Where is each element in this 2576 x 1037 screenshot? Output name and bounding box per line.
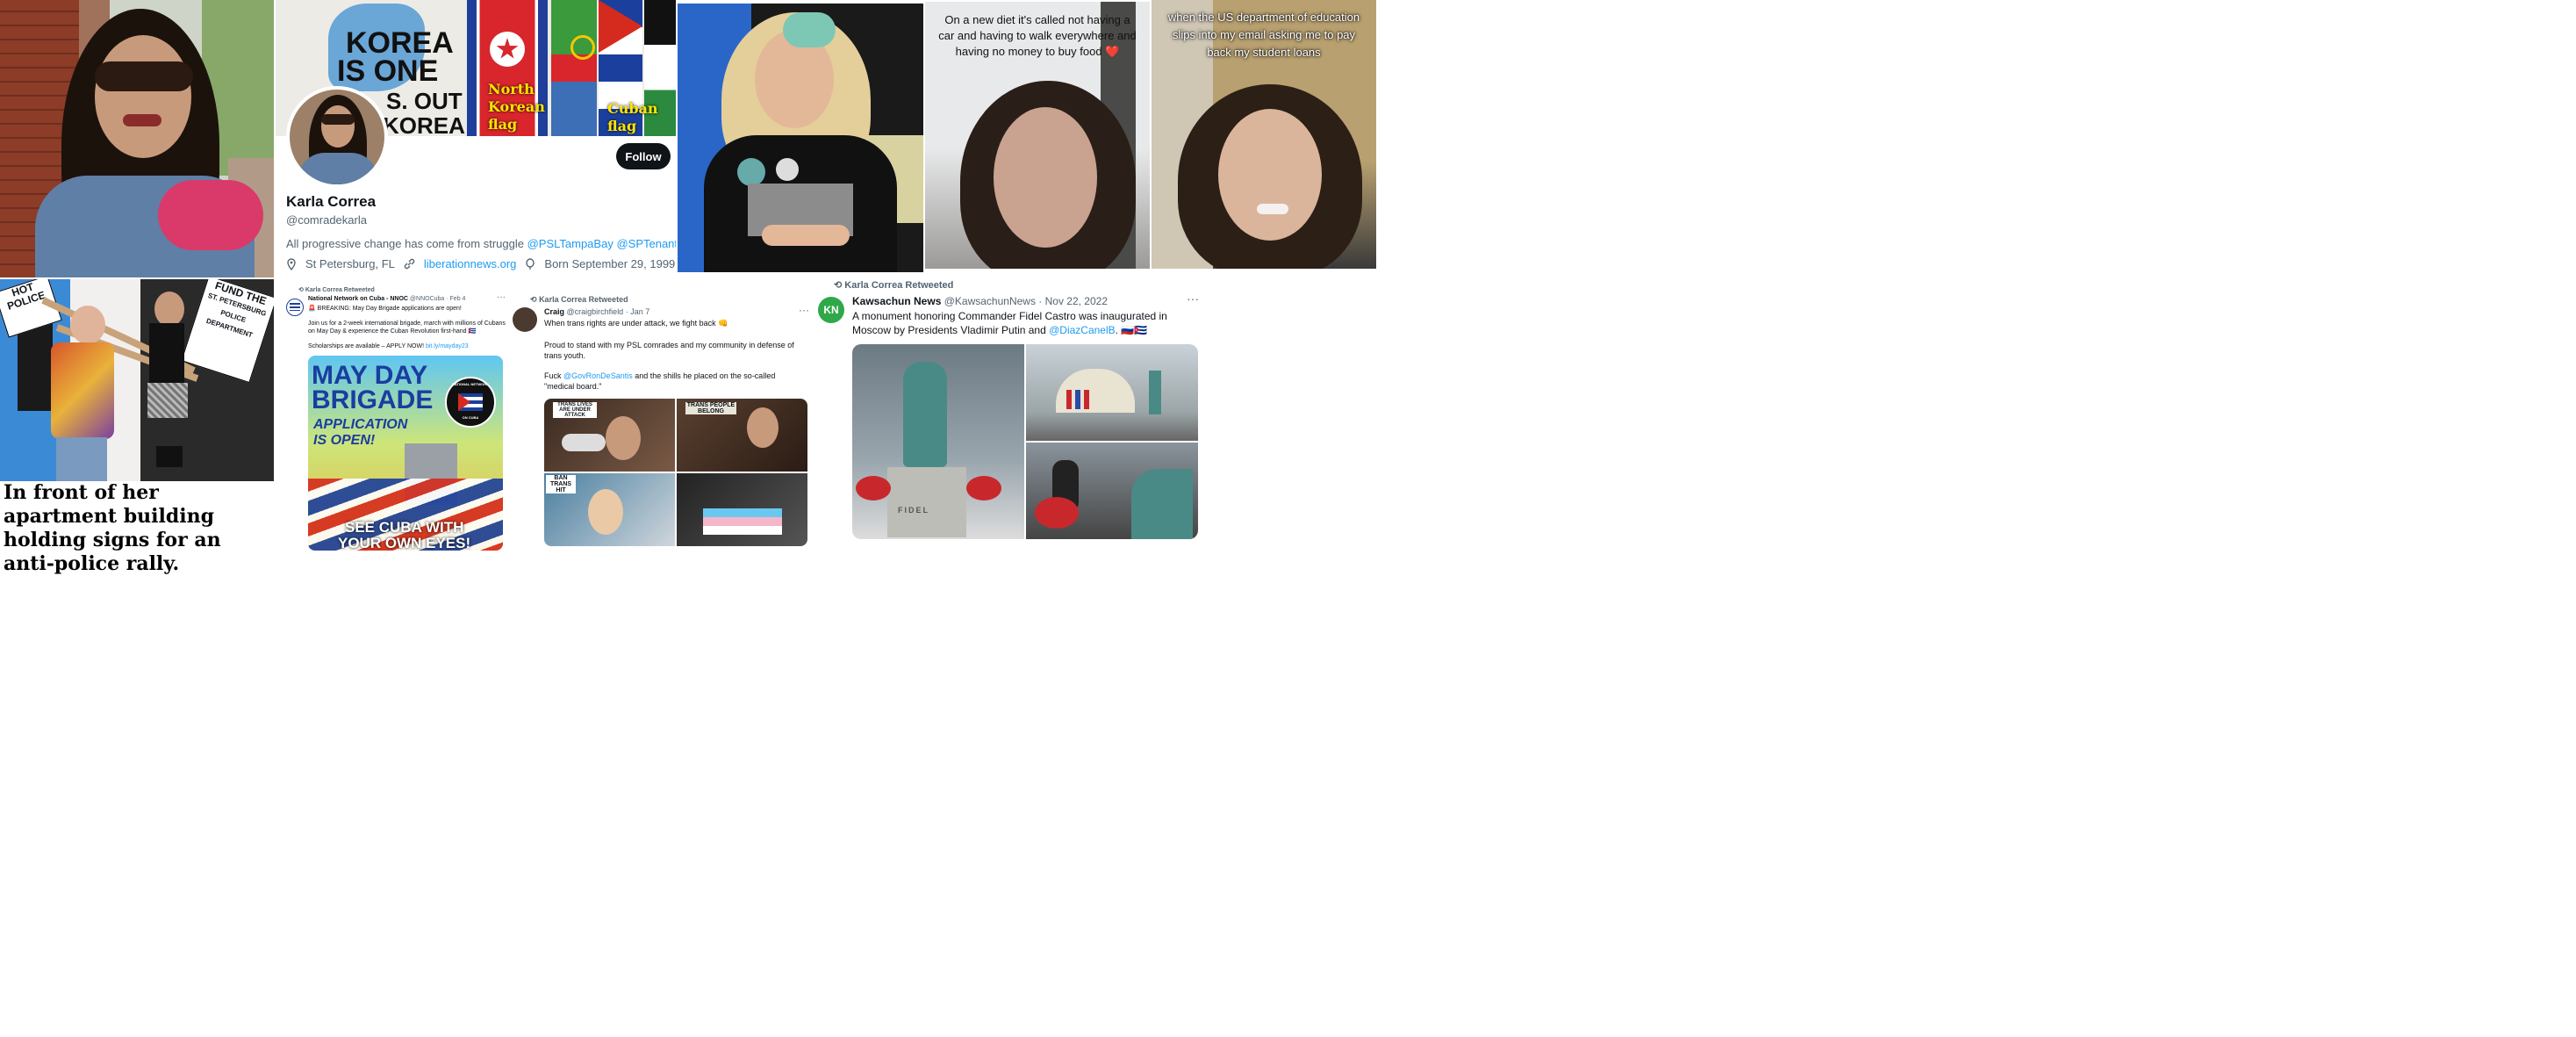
tweet-media-grid[interactable]: TRANS LIVES ARE UNDER ATTACK TRANS PEOPL… [544,399,807,546]
nnoc-avatar[interactable] [286,299,304,316]
tweet-line3: Fuck @GovRonDeSantis and the shills he p… [544,371,776,391]
balloon-icon [526,257,535,270]
tweet-header: Craig @craigbirchfield · Jan 7 [544,307,649,316]
tiktok-overlay-diet: On a new diet it's called not having a c… [938,13,1137,58]
tweet-kawsachun[interactable]: ⟲ Karla Correa Retweeted KN Kawsachun Ne… [814,274,1209,548]
may-day-poster[interactable]: MAY DAY BRIGADE APPLICATION IS OPEN! NAT… [308,356,503,551]
tweet-line2: Moscow by Presidents Vladimir Putin and … [852,324,1148,336]
tiktok-diet-video: On a new diet it's called not having a c… [925,2,1150,269]
poster-title-2: BRIGADE [312,385,434,414]
location-icon [287,257,296,270]
author-handle-date: @KawsachunNews · Nov 22, 2022 [944,295,1108,307]
poster-bottom-2: YOUR OWN EYES! [338,535,471,551]
flag-label-north-korean: North Korean flag [488,81,545,133]
profile-birthday: Born September 29, 1999 [544,257,676,270]
bio-link-sptenantsu[interactable]: @SPTenantsU [616,237,676,250]
profile-handle: @comradekarla [286,213,367,227]
retweet-indicator: ⟲ Karla Correa Retweeted [530,295,628,304]
tweet-line1: 🚨 BREAKING: May Day Brigade applications… [308,306,462,312]
tweet-media-grid[interactable]: FIDEL [852,344,1198,539]
tweet-line1: A monument honoring Commander Fidel Cast… [852,310,1167,322]
bio-link-psltampabay[interactable]: @PSLTampaBay [527,237,614,250]
profile-avatar[interactable] [286,86,388,188]
more-options-icon[interactable]: ··· [799,304,809,316]
media-photo-4[interactable] [677,473,807,546]
heart-emoji: ❤️ [1105,45,1120,58]
rally-caption: In front of her apartment building holdi… [4,481,221,575]
media-photo-ceremony[interactable] [1026,344,1198,441]
link-icon [404,258,415,270]
retweet-icon: ⟲ [834,280,843,291]
media-photo-3[interactable]: BAN TRANS HIT [544,473,675,546]
tweet-line2: Proud to stand with my PSL comrades and … [544,341,794,360]
tweet-line1: When trans rights are under attack, we f… [544,319,728,328]
rally-signs-photo: HOT POLICE FUND THE ST. PETERSBURG POLIC… [0,279,274,481]
poster-sub-2: IS OPEN! [313,433,376,448]
retweet-indicator: ⟲ Karla Correa Retweeted [298,287,375,293]
tweet-line3: Scholarships are available – APPLY NOW! … [308,343,469,349]
craig-avatar[interactable] [513,307,537,332]
banner-text-korea2: KOREA! [383,112,473,136]
author-handle-date: @NNOCuba · Feb 4 [409,296,466,302]
profile-meta: St Petersburg, FL liberationnews.org Bor… [286,257,675,270]
retweet-indicator: ⟲ Karla Correa Retweeted [834,280,954,291]
mention-govrondesantis[interactable]: @GovRonDeSantis [563,371,633,380]
profile-card: KOREA IS ONE S. OUT KOREA! North Korean … [276,0,676,277]
tweet-header: National Network on Cuba - NNOC @NNOCuba… [308,295,465,304]
bio-text: All progressive change has come from str… [286,237,524,250]
media-photo-1[interactable]: TRANS LIVES ARE UNDER ATTACK [544,399,675,472]
more-options-icon[interactable]: ··· [1187,292,1199,306]
media-photo-wreath[interactable] [1026,443,1198,539]
tiktok-overlay-student-loans: when the US department of education slip… [1167,11,1360,59]
profile-name: Karla Correa [286,193,377,210]
profile-photo-street [0,0,274,277]
author-name[interactable]: National Network on Cuba - NNOC [308,296,408,302]
tweet-craig[interactable]: ⟲ Karla Correa Retweeted Craig @craigbir… [509,290,812,550]
kawsachun-avatar[interactable]: KN [818,297,844,323]
media-photo-monument[interactable]: FIDEL [852,344,1024,539]
more-options-icon[interactable]: ··· [497,292,506,304]
banner-text-isone: IS ONE [337,54,439,88]
profile-bio: All progressive change has come from str… [286,237,676,250]
tiktok-student-loans-video: when the US department of education slip… [1152,0,1376,269]
retweet-icon: ⟲ [298,287,304,293]
media-photo-2[interactable]: TRANS PEOPLE BELONG [677,399,807,472]
nnoc-seal: NATIONAL NETWORK ON CUBA [445,377,496,428]
follow-button[interactable]: Follow [616,143,671,169]
banner-text-sout: S. OUT [386,88,463,114]
tweet-nnoc[interactable]: ⟲ Karla Correa Retweeted National Networ… [279,281,509,555]
portrait-seated-photo [678,4,923,272]
author-handle-date: @craigbirchfield · Jan 7 [566,307,650,316]
profile-location: St Petersburg, FL [305,257,395,270]
tweet-link-mayday[interactable]: bit.ly/mayday23 [426,343,469,349]
flag-label-cuban: Cuban flag [607,100,658,134]
author-name[interactable]: Kawsachun News [852,295,941,307]
profile-website-link[interactable]: liberationnews.org [424,257,517,270]
author-name[interactable]: Craig [544,307,564,316]
retweet-icon: ⟲ [530,295,537,304]
tweet-header: Kawsachun News @KawsachunNews · Nov 22, … [852,295,1108,307]
tweet-line2: Join us for a 2-week international briga… [308,320,506,335]
mention-diazcanelb[interactable]: @DiazCanelB [1049,324,1116,336]
